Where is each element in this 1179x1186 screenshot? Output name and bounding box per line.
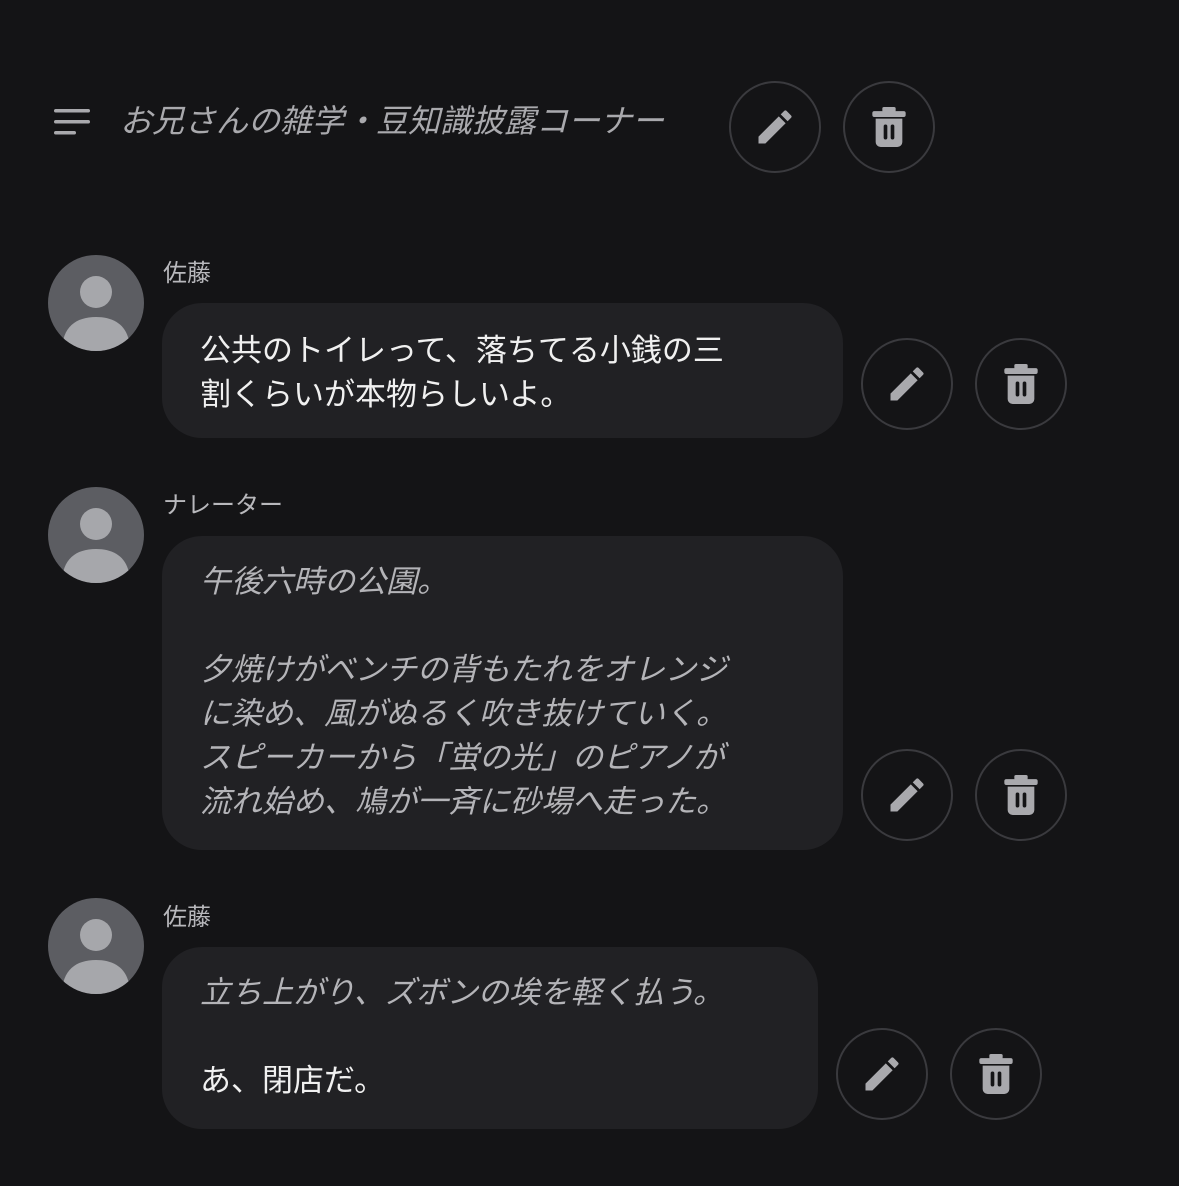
message-line: スピーカーから「蛍の光」のピアノが <box>200 740 725 776</box>
message-bubble: 立ち上がり、ズボンの埃を軽く払う。 あ、閉店だ。 <box>162 947 818 1129</box>
delete-message-button[interactable] <box>950 1028 1042 1120</box>
speaker-name: 佐藤 <box>163 903 211 931</box>
avatar <box>48 487 144 583</box>
person-icon <box>62 508 130 583</box>
edit-message-button[interactable] <box>861 749 953 841</box>
delete-message-button[interactable] <box>975 749 1067 841</box>
message-line: 公共のトイレって、落ちてる小銭の三 <box>200 333 724 369</box>
message-line: に染め、風がぬるく吹き抜けていく。 <box>200 696 727 732</box>
speaker-name: ナレーター <box>163 491 283 519</box>
person-icon <box>62 919 130 994</box>
trash-icon <box>872 107 906 147</box>
delete-title-button[interactable] <box>843 81 935 173</box>
message-line: 割くらいが本物らしいよ。 <box>200 377 572 413</box>
avatar <box>48 898 144 994</box>
message-line: 立ち上がり、ズボンの埃を軽く払う。 <box>200 975 724 1011</box>
message-line: 流れ始め、鳩が一斉に砂場へ走った。 <box>200 784 727 820</box>
edit-message-button[interactable] <box>861 338 953 430</box>
edit-title-button[interactable] <box>729 81 821 173</box>
message-line <box>200 1015 780 1059</box>
message-bubble: 午後六時の公園。 夕焼けがベンチの背もたれをオレンジ に染め、風がぬるく吹き抜け… <box>162 536 843 850</box>
pencil-icon <box>890 778 924 812</box>
pencil-icon <box>758 110 792 144</box>
pencil-icon <box>865 1057 899 1091</box>
edit-message-button[interactable] <box>836 1028 928 1120</box>
trash-icon <box>1004 775 1038 815</box>
person-icon <box>62 276 130 351</box>
message-line: 午後六時の公園。 <box>200 564 448 600</box>
trash-icon <box>1004 364 1038 404</box>
page-title: お兄さんの雑学・豆知識披露コーナー <box>120 102 665 140</box>
trash-icon <box>979 1054 1013 1094</box>
message-line: 夕焼けがベンチの背もたれをオレンジ <box>200 652 727 688</box>
delete-message-button[interactable] <box>975 338 1067 430</box>
menu-lines-icon[interactable] <box>52 106 92 138</box>
message-line: あ、閉店だ。 <box>200 1063 386 1099</box>
message-line <box>200 604 805 648</box>
chat-page: お兄さんの雑学・豆知識披露コーナー 佐藤 公共のトイレって、落ちてる小銭の三 割… <box>0 0 1179 1186</box>
message-bubble: 公共のトイレって、落ちてる小銭の三 割くらいが本物らしいよ。 <box>162 303 843 438</box>
speaker-name: 佐藤 <box>163 259 211 287</box>
avatar <box>48 255 144 351</box>
header: お兄さんの雑学・豆知識披露コーナー <box>0 0 1179 200</box>
pencil-icon <box>890 367 924 401</box>
